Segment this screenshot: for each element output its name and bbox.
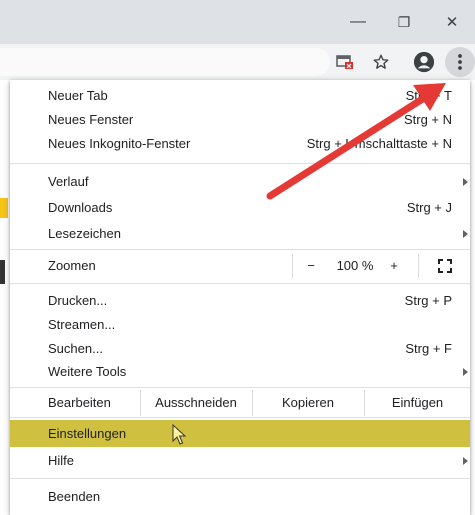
- menu-item-shortcut: Strg + J: [406, 200, 452, 215]
- edit-label: Bearbeiten: [48, 395, 111, 410]
- zoom-out-button[interactable]: −: [301, 254, 321, 278]
- window-titlebar: — ❐ ✕: [0, 0, 475, 44]
- menu-separator: [10, 283, 470, 284]
- chrome-main-menu: Neuer Tab Strg + T Neues Fenster Strg + …: [10, 80, 470, 515]
- menu-item-label: Streamen...: [48, 317, 116, 332]
- zoom-divider: [292, 254, 293, 278]
- menu-item-find[interactable]: Suchen... Strg + F: [10, 337, 470, 361]
- menu-separator: [10, 417, 470, 418]
- page-dark-block: [0, 260, 5, 284]
- submenu-arrow-icon: [463, 368, 468, 376]
- menu-button-glyph[interactable]: [446, 48, 474, 76]
- menu-item-shortcut: Strg + P: [404, 293, 452, 308]
- menu-item-shortcut: Strg + F: [405, 341, 452, 356]
- bookmark-star-button[interactable]: [367, 48, 395, 76]
- menu-separator: [10, 249, 470, 250]
- menu-item-new-tab[interactable]: Neuer Tab Strg + T: [10, 84, 470, 108]
- copy-button[interactable]: Kopieren: [253, 390, 363, 416]
- menu-kebab-icon: [458, 54, 462, 70]
- zoom-in-button[interactable]: +: [384, 254, 404, 278]
- close-window-button[interactable]: ✕: [429, 0, 475, 44]
- menu-item-label: Neues Fenster: [48, 112, 134, 127]
- menu-item-bookmarks[interactable]: Lesezeichen: [10, 222, 470, 246]
- menu-item-shortcut: Strg + N: [403, 112, 452, 127]
- menu-item-cast[interactable]: Streamen...: [10, 313, 470, 337]
- menu-item-label: Neuer Tab: [48, 88, 108, 103]
- zoom-row: Zoomen − 100 % +: [10, 254, 470, 278]
- submenu-arrow-icon: [463, 230, 468, 238]
- menu-item-label: Lesezeichen: [48, 226, 121, 241]
- menu-item-help[interactable]: Hilfe: [10, 449, 470, 473]
- zoom-level-value: 100 %: [336, 258, 374, 273]
- menu-item-new-window[interactable]: Neues Fenster Strg + N: [10, 108, 470, 132]
- minimize-icon: —: [350, 13, 366, 30]
- submenu-arrow-icon: [463, 457, 468, 465]
- close-icon: ✕: [445, 14, 459, 31]
- menu-item-history[interactable]: Verlauf: [10, 170, 470, 194]
- menu-item-new-incognito-window[interactable]: Neues Inkognito-Fenster Strg + Umschaltt…: [10, 132, 470, 156]
- minimize-button[interactable]: —: [335, 0, 381, 44]
- cast-badge-icon: [336, 55, 353, 69]
- edit-row: Bearbeiten Ausschneiden Kopieren Einfüge…: [10, 390, 470, 416]
- fullscreen-icon[interactable]: [438, 259, 452, 273]
- bookmark-star-icon: [373, 54, 389, 69]
- menu-item-shortcut: Strg + T: [405, 88, 452, 103]
- zoom-label: Zoomen: [48, 258, 96, 273]
- menu-item-label: Beenden: [48, 489, 101, 504]
- menu-item-label: Verlauf: [48, 174, 89, 189]
- address-bar[interactable]: [0, 48, 330, 76]
- menu-item-label: Hilfe: [48, 453, 75, 468]
- menu-item-label: Weitere Tools: [48, 364, 127, 379]
- menu-item-shortcut: Strg + Umschalttaste + N: [306, 136, 452, 151]
- menu-separator: [10, 478, 470, 479]
- menu-item-label: Drucken...: [48, 293, 108, 308]
- profile-avatar-icon: [413, 51, 435, 73]
- profile-button[interactable]: [410, 48, 438, 76]
- page-yellow-block: [0, 198, 8, 218]
- cut-button[interactable]: Ausschneiden: [141, 390, 251, 416]
- zoom-divider: [418, 254, 419, 278]
- menu-item-exit[interactable]: Beenden: [10, 485, 470, 509]
- paste-button[interactable]: Einfügen: [365, 390, 470, 416]
- menu-item-label: Downloads: [48, 200, 113, 215]
- submenu-arrow-icon: [463, 178, 468, 186]
- mouse-cursor-icon: [172, 424, 187, 445]
- menu-item-print[interactable]: Drucken... Strg + P: [10, 289, 470, 313]
- menu-item-label: Suchen...: [48, 341, 103, 356]
- menu-item-label: Neues Inkognito-Fenster: [48, 136, 191, 151]
- menu-item-settings[interactable]: Einstellungen: [10, 422, 470, 446]
- menu-item-label: Einstellungen: [48, 426, 127, 441]
- menu-separator: [10, 163, 470, 164]
- menu-item-downloads[interactable]: Downloads Strg + J: [10, 196, 470, 220]
- menu-item-more-tools[interactable]: Weitere Tools: [10, 360, 470, 384]
- restore-button[interactable]: ❐: [381, 0, 427, 44]
- cast-button[interactable]: [331, 48, 359, 76]
- menu-separator: [10, 387, 470, 388]
- restore-icon: ❐: [397, 13, 411, 30]
